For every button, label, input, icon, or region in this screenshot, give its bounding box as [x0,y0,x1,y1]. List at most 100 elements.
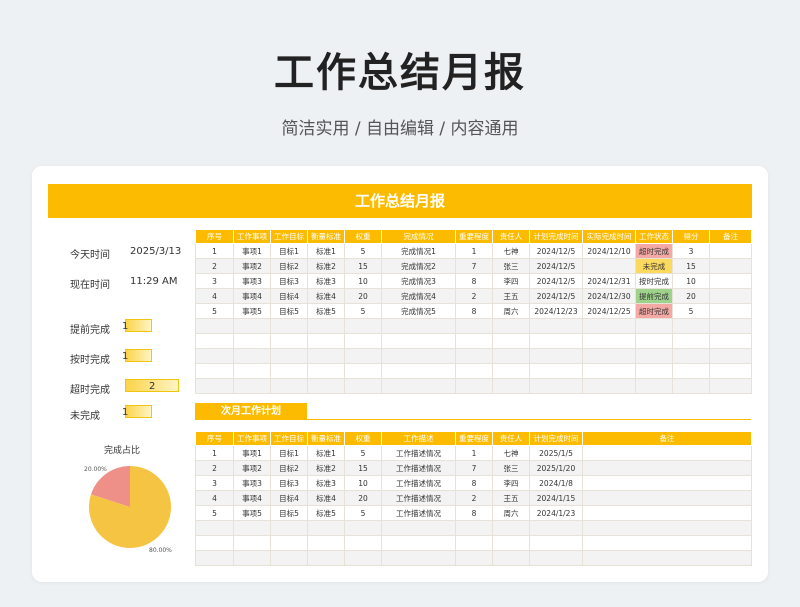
stat-value: 1 [122,407,129,418]
table-cell: 2024/1/23 [529,505,583,521]
table-cell [307,520,345,536]
completion-pie-chart [89,466,171,548]
table-cell: 标准2 [307,460,345,476]
table-cell: 标准3 [307,475,345,491]
table-cell [270,333,308,349]
table-cell: 标准5 [307,303,345,319]
table-row: 2 事项2 目标2 标准2 15 工作描述情况 7 张三 2025/1/20 [195,460,752,476]
table-cell: 标准4 [307,490,345,506]
stat-bar [125,349,152,362]
today-value: 2025/3/13 [130,246,182,257]
column-header: 重要程度 [455,431,493,446]
table-cell [270,550,308,566]
table-cell: 标准1 [307,445,345,461]
stat-label: 按时完成 [70,355,110,366]
column-header: 工作事项 [233,431,271,446]
table-cell [582,348,636,364]
table-cell: 15 [344,258,382,274]
table-cell [455,378,493,394]
table-cell: 事项2 [233,258,271,274]
table-cell: 20 [672,288,710,304]
table-cell [529,318,583,334]
table-cell: 2024/12/5 [529,258,583,274]
table-cell: 完成情况4 [381,288,456,304]
table-cell [455,520,493,536]
today-row: 今天时间 2025/3/13 [70,246,181,261]
table-cell: 1 [455,243,493,259]
table-cell: 20 [344,490,382,506]
table-cell [455,535,493,551]
table-cell: 4 [195,288,234,304]
table-cell: 张三 [492,258,530,274]
table-cell [381,520,456,536]
table-cell [233,520,271,536]
table-cell [582,490,752,506]
table-cell [709,333,752,349]
table-cell [529,333,583,349]
table-cell [492,333,530,349]
table-cell [492,550,530,566]
table-cell: 完成情况5 [381,303,456,319]
table-cell: 8 [455,273,493,289]
stat-bar [125,405,152,418]
table-cell: 5 [344,303,382,319]
table-cell [455,363,493,379]
table-row: 1 事项1 目标1 标准1 5 工作描述情况 1 七神 2025/1/5 [195,445,752,461]
table-cell: 2 [195,258,234,274]
table-cell: 标准4 [307,288,345,304]
table-cell: 按时完成 [635,273,673,289]
table-cell: 目标3 [270,475,308,491]
table-cell: 提前完成 [635,288,673,304]
table-cell: 标准1 [307,243,345,259]
table-cell [233,333,271,349]
table-row [195,318,752,334]
table-cell: 8 [455,303,493,319]
page-title: 工作总结月报 [274,50,526,96]
column-header: 责任人 [492,229,530,244]
table-cell: 2024/12/5 [529,243,583,259]
table-cell: 7 [455,258,493,274]
column-header: 计划完成时间 [529,431,583,446]
stat-bar [125,319,152,332]
pie-title: 完成占比 [104,446,141,456]
table-row: 3 事项3 目标3 标准3 10 工作描述情况 8 李四 2024/1/8 [195,475,752,491]
table-cell: 目标4 [270,490,308,506]
table-cell: 目标4 [270,288,308,304]
table-cell [582,535,752,551]
table-row: 5 事项5 目标5 标准5 5 完成情况5 8 周六 2024/12/23 2024/12/25 超… [195,303,752,319]
now-row: 现在时间 11:29 AM [70,276,177,291]
table-cell [195,348,234,364]
table-cell: 事项2 [233,460,271,476]
table-cell [492,363,530,379]
column-header: 工作状态 [635,229,673,244]
table-cell [709,378,752,394]
table-cell [195,535,234,551]
table-cell [270,378,308,394]
table-cell: 2024/12/30 [582,288,636,304]
table-cell [270,520,308,536]
stat-row: 按时完成 1 [70,349,152,366]
table-cell [529,535,583,551]
column-header: 工作事项 [233,229,271,244]
table-cell: 标准2 [307,258,345,274]
table-cell [582,363,636,379]
table-cell [492,535,530,551]
column-header: 工作描述 [381,431,456,446]
table-cell: 2 [455,490,493,506]
table-cell: 李四 [492,273,530,289]
column-header: 备注 [582,431,752,446]
stat-row: 提前完成 1 [70,319,152,336]
table-cell: 事项4 [233,490,271,506]
column-header: 工作目标 [270,431,308,446]
table-cell: 完成情况1 [381,243,456,259]
table-cell: 王五 [492,490,530,506]
pie-label-small: 20.00% [84,466,107,473]
table-cell [529,378,583,394]
table-cell [582,378,636,394]
table-cell: 3 [195,475,234,491]
table-cell: 目标5 [270,505,308,521]
table-cell [195,318,234,334]
table-cell [529,520,583,536]
table-cell [582,258,636,274]
table-cell: 周六 [492,505,530,521]
